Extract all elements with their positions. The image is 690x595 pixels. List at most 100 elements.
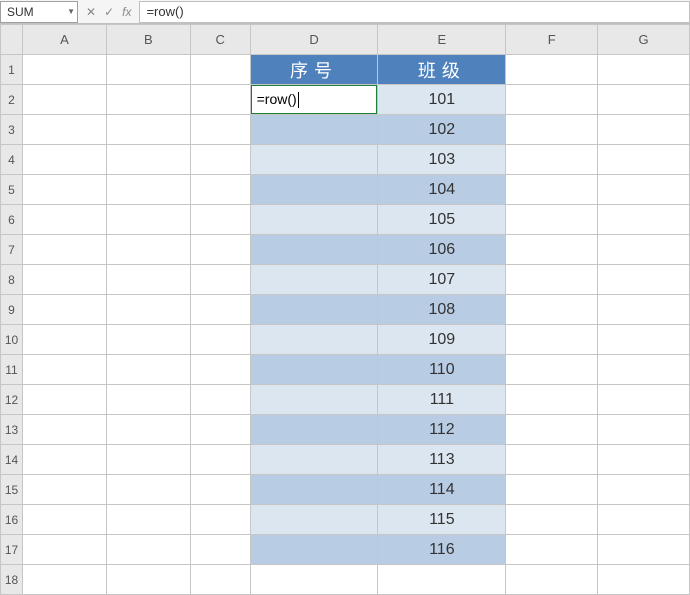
cell-E9[interactable]: 108	[378, 295, 506, 325]
cell-B14[interactable]	[106, 445, 190, 475]
cell-C8[interactable]	[190, 265, 250, 295]
cell-C7[interactable]	[190, 235, 250, 265]
cell-A10[interactable]	[22, 325, 106, 355]
cell-B2[interactable]	[106, 85, 190, 115]
cell-D2[interactable]: =row()	[250, 85, 378, 115]
cell-C11[interactable]	[190, 355, 250, 385]
cell-C3[interactable]	[190, 115, 250, 145]
row-header-3[interactable]: 3	[1, 115, 23, 145]
cell-C12[interactable]	[190, 385, 250, 415]
cell-A7[interactable]	[22, 235, 106, 265]
cell-F17[interactable]	[506, 535, 598, 565]
row-header-2[interactable]: 2	[1, 85, 23, 115]
cell-C4[interactable]	[190, 145, 250, 175]
cell-C9[interactable]	[190, 295, 250, 325]
row-header-10[interactable]: 10	[1, 325, 23, 355]
cell-B9[interactable]	[106, 295, 190, 325]
cell-A17[interactable]	[22, 535, 106, 565]
cell-F13[interactable]	[506, 415, 598, 445]
cell-E4[interactable]: 103	[378, 145, 506, 175]
row-header-11[interactable]: 11	[1, 355, 23, 385]
cell-E12[interactable]: 111	[378, 385, 506, 415]
cell-C2[interactable]	[190, 85, 250, 115]
cell-C10[interactable]	[190, 325, 250, 355]
cell-E15[interactable]: 114	[378, 475, 506, 505]
cell-B18[interactable]	[106, 565, 190, 595]
cell-A6[interactable]	[22, 205, 106, 235]
name-box[interactable]: SUM ▼	[0, 1, 78, 23]
cell-A15[interactable]	[22, 475, 106, 505]
row-header-15[interactable]: 15	[1, 475, 23, 505]
fx-icon[interactable]: fx	[122, 5, 131, 19]
cell-D6[interactable]	[250, 205, 378, 235]
col-header-C[interactable]: C	[190, 25, 250, 55]
cell-D15[interactable]	[250, 475, 378, 505]
cell-F8[interactable]	[506, 265, 598, 295]
cell-G5[interactable]	[598, 175, 690, 205]
cell-D16[interactable]	[250, 505, 378, 535]
cell-A14[interactable]	[22, 445, 106, 475]
cell-E10[interactable]: 109	[378, 325, 506, 355]
cell-A3[interactable]	[22, 115, 106, 145]
row-header-6[interactable]: 6	[1, 205, 23, 235]
row-header-16[interactable]: 16	[1, 505, 23, 535]
cell-D7[interactable]	[250, 235, 378, 265]
cell-B5[interactable]	[106, 175, 190, 205]
cell-A2[interactable]	[22, 85, 106, 115]
col-header-F[interactable]: F	[506, 25, 598, 55]
cell-D1[interactable]: 序号	[250, 55, 378, 85]
cell-G3[interactable]	[598, 115, 690, 145]
cell-B11[interactable]	[106, 355, 190, 385]
cell-B12[interactable]	[106, 385, 190, 415]
row-header-13[interactable]: 13	[1, 415, 23, 445]
cell-A16[interactable]	[22, 505, 106, 535]
cell-A9[interactable]	[22, 295, 106, 325]
name-box-dropdown-icon[interactable]: ▼	[67, 7, 75, 16]
cell-B15[interactable]	[106, 475, 190, 505]
cell-F6[interactable]	[506, 205, 598, 235]
row-header-9[interactable]: 9	[1, 295, 23, 325]
cell-G9[interactable]	[598, 295, 690, 325]
cell-E13[interactable]: 112	[378, 415, 506, 445]
row-header-1[interactable]: 1	[1, 55, 23, 85]
cell-A13[interactable]	[22, 415, 106, 445]
cell-D9[interactable]	[250, 295, 378, 325]
cell-A12[interactable]	[22, 385, 106, 415]
cell-E16[interactable]: 115	[378, 505, 506, 535]
col-header-E[interactable]: E	[378, 25, 506, 55]
col-header-D[interactable]: D	[250, 25, 378, 55]
cell-B16[interactable]	[106, 505, 190, 535]
row-header-8[interactable]: 8	[1, 265, 23, 295]
row-header-12[interactable]: 12	[1, 385, 23, 415]
cell-A1[interactable]	[22, 55, 106, 85]
cell-B4[interactable]	[106, 145, 190, 175]
cell-B3[interactable]	[106, 115, 190, 145]
cancel-icon[interactable]: ✕	[86, 5, 96, 19]
cell-G8[interactable]	[598, 265, 690, 295]
cell-B6[interactable]	[106, 205, 190, 235]
cell-F9[interactable]	[506, 295, 598, 325]
cell-A11[interactable]	[22, 355, 106, 385]
cell-F15[interactable]	[506, 475, 598, 505]
cell-E3[interactable]: 102	[378, 115, 506, 145]
cell-D4[interactable]	[250, 145, 378, 175]
cell-B13[interactable]	[106, 415, 190, 445]
cell-C6[interactable]	[190, 205, 250, 235]
cell-D11[interactable]	[250, 355, 378, 385]
cell-G14[interactable]	[598, 445, 690, 475]
cell-B7[interactable]	[106, 235, 190, 265]
row-header-17[interactable]: 17	[1, 535, 23, 565]
cell-C14[interactable]	[190, 445, 250, 475]
cell-G2[interactable]	[598, 85, 690, 115]
cell-F5[interactable]	[506, 175, 598, 205]
cell-G6[interactable]	[598, 205, 690, 235]
cell-A18[interactable]	[22, 565, 106, 595]
cell-E2[interactable]: 101	[378, 85, 506, 115]
cell-E8[interactable]: 107	[378, 265, 506, 295]
row-header-14[interactable]: 14	[1, 445, 23, 475]
cell-F14[interactable]	[506, 445, 598, 475]
cell-B10[interactable]	[106, 325, 190, 355]
row-header-5[interactable]: 5	[1, 175, 23, 205]
spreadsheet-grid[interactable]: A B C D E F G 1序号班级2=row()10131024103510…	[0, 24, 690, 595]
cell-D5[interactable]	[250, 175, 378, 205]
